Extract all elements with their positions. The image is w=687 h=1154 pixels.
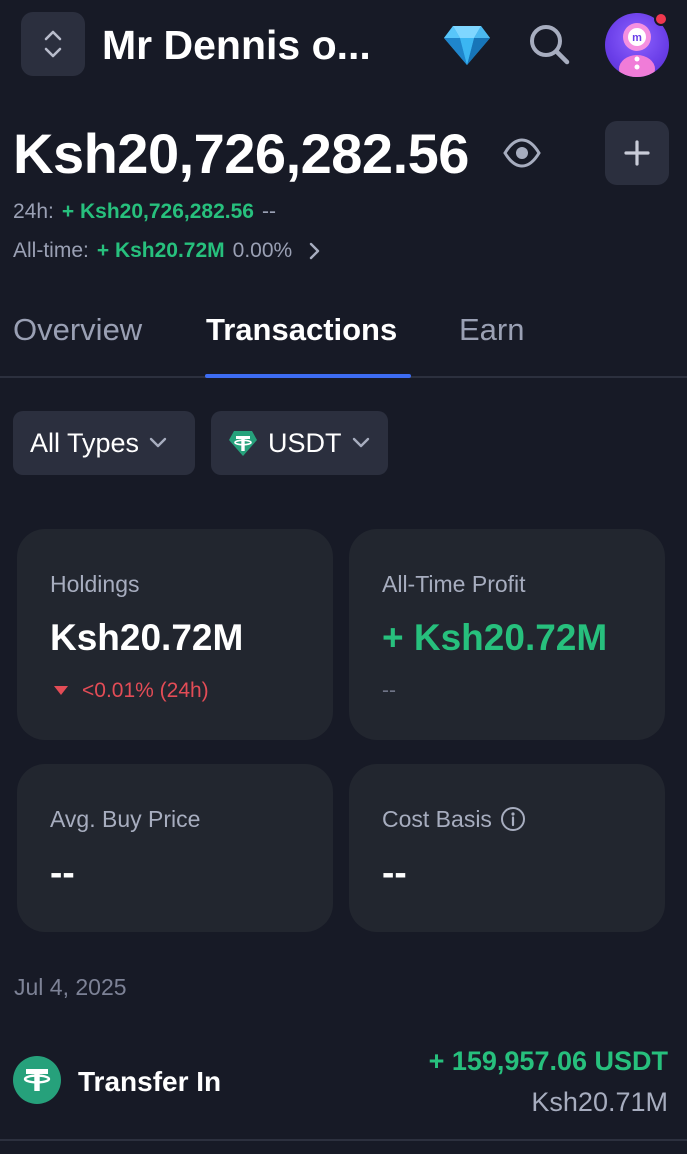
holdings-change: <0.01% (24h) (50, 677, 209, 705)
add-transaction-button[interactable] (605, 121, 669, 185)
tether-icon (229, 431, 257, 456)
svg-text:m: m (632, 32, 642, 44)
tab-overview[interactable]: Overview (13, 310, 142, 350)
tab-bar: Overview Transactions Earn (0, 300, 687, 378)
avg-buy-label: Avg. Buy Price (50, 806, 201, 832)
chevron-right-icon (310, 242, 320, 260)
total-balance: Ksh20,726,282.56 (13, 122, 469, 185)
holdings-value: Ksh20.72M (50, 617, 244, 658)
top-bar: Mr Dennis o... m (0, 0, 687, 95)
chevron-down-icon (352, 437, 369, 448)
profit-sub: -- (382, 679, 396, 702)
coin-filter-label: USDT (268, 427, 342, 458)
tab-earn[interactable]: Earn (459, 310, 524, 350)
alltime-percent: 0.00% (232, 239, 293, 262)
cost-basis-label: Cost Basis (382, 806, 492, 832)
list-divider (0, 1139, 687, 1141)
transaction-type: Transfer In (78, 1066, 222, 1097)
portfolio-transactions-screen: Mr Dennis o... m Ksh20,726,282.56 24h: +… (0, 0, 687, 1154)
change-24h-value: + Ksh20,726,282.56 (61, 200, 254, 223)
holdings-card: Holdings Ksh20.72M <0.01% (24h) (17, 529, 333, 740)
alltime-value: + Ksh20.72M (96, 239, 225, 262)
cost-basis-label-row: Cost Basis (382, 804, 526, 834)
transaction-amount: + 159,957.06 USDT (428, 1046, 668, 1076)
tab-transactions[interactable]: Transactions (206, 310, 397, 350)
type-filter-dropdown[interactable]: All Types (13, 411, 195, 475)
chevron-down-icon (44, 47, 62, 58)
holdings-change-text: <0.01% (24h) (82, 679, 209, 702)
portfolio-switcher-button[interactable] (21, 12, 85, 76)
cost-basis-value: -- (382, 852, 407, 893)
info-icon[interactable] (500, 806, 526, 832)
alltime-profit-card: All-Time Profit + Ksh20.72M -- (349, 529, 665, 740)
active-tab-indicator (205, 374, 411, 378)
change-24h-percent: -- (261, 200, 276, 223)
triangle-down-icon (54, 686, 68, 695)
avg-buy-value: -- (50, 852, 75, 893)
change-24h-label: 24h: (13, 200, 54, 223)
profit-value: + Ksh20.72M (382, 617, 608, 658)
profit-label: All-Time Profit (382, 571, 526, 597)
diamond-icon[interactable] (443, 24, 491, 66)
cost-basis-card: Cost Basis -- (349, 764, 665, 932)
tether-icon (13, 1056, 61, 1104)
chevron-down-icon (149, 437, 167, 448)
coin-filter-dropdown[interactable]: USDT (211, 411, 388, 475)
search-icon[interactable] (526, 21, 572, 67)
alltime-row[interactable]: All-time: + Ksh20.72M 0.00% (13, 237, 322, 265)
avg-buy-price-card: Avg. Buy Price -- (17, 764, 333, 932)
transaction-date-header: Jul 4, 2025 (14, 974, 127, 1000)
type-filter-label: All Types (30, 427, 140, 458)
eye-icon[interactable] (503, 136, 541, 170)
transaction-fiat-value: Ksh20.71M (531, 1087, 668, 1117)
notification-dot (654, 12, 668, 26)
transaction-row[interactable]: Transfer In + 159,957.06 USDT Ksh20.71M (0, 1040, 687, 1138)
portfolio-name[interactable]: Mr Dennis o... (102, 20, 402, 70)
chevron-up-icon (44, 30, 62, 41)
plus-icon (624, 140, 650, 166)
change-24h-row: 24h: + Ksh20,726,282.56 -- (13, 198, 276, 226)
holdings-label: Holdings (50, 571, 140, 597)
alltime-label: All-time: (13, 239, 89, 262)
